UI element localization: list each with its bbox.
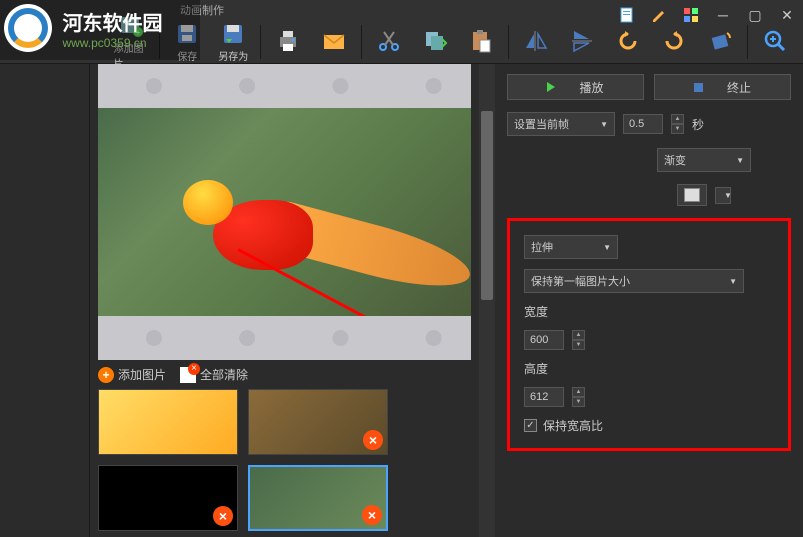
transition-select[interactable]: 渐变 ▼ <box>657 148 751 172</box>
thumbnail[interactable]: × <box>248 389 388 455</box>
rotate-angle-button[interactable] <box>698 26 742 57</box>
thumbs-clear-label: 全部清除 <box>200 366 248 383</box>
logo-icon <box>4 4 52 52</box>
paste-button[interactable] <box>459 26 503 57</box>
play-label: 播放 <box>579 79 603 96</box>
rotate-left-button[interactable] <box>606 26 650 57</box>
watermark-logo: 河东软件园 www.pc0359.cn <box>0 0 200 60</box>
rotate-right-icon <box>661 28 687 54</box>
cut-button[interactable] <box>367 26 411 57</box>
flip-v-button[interactable] <box>560 26 604 57</box>
thumbs-add-button[interactable]: + 添加图片 <box>98 366 166 383</box>
aspect-ratio-checkbox[interactable]: ✓ 保持宽高比 <box>524 417 774 434</box>
rotate-right-button[interactable] <box>652 26 696 57</box>
copy-button[interactable] <box>413 26 457 57</box>
rotate-left-icon <box>615 28 641 54</box>
frame-duration-input[interactable] <box>623 114 663 134</box>
keep-size-label: 保持第一幅图片大小 <box>531 273 630 289</box>
thumb-remove-icon[interactable]: × <box>362 505 382 525</box>
zoom-in-button[interactable] <box>753 26 797 57</box>
width-up-button[interactable]: ▲ <box>572 330 585 340</box>
set-frame-label: 设置当前帧 <box>514 116 569 132</box>
flip-h-button[interactable] <box>514 26 558 57</box>
thumbnail[interactable] <box>98 389 238 455</box>
rotate-angle-icon <box>707 28 733 54</box>
size-mode-label: 拉伸 <box>531 239 553 255</box>
play-button[interactable]: 播放 <box>507 74 644 100</box>
duration-up-button[interactable]: ▲ <box>671 114 684 124</box>
canvas-image <box>98 108 471 316</box>
envelope-icon <box>321 28 347 54</box>
set-current-frame-select[interactable]: 设置当前帧 ▼ <box>507 112 615 136</box>
size-mode-select[interactable]: 拉伸 ▼ <box>524 235 618 259</box>
email-button[interactable] <box>312 26 356 57</box>
transition-label: 渐变 <box>664 152 686 168</box>
tool-palette-icon[interactable] <box>675 4 707 26</box>
color-picker[interactable] <box>677 184 707 206</box>
canvas-pad-top <box>98 64 471 108</box>
save-as-icon <box>220 21 246 47</box>
zoom-in-icon <box>762 28 788 54</box>
aspect-label: 保持宽高比 <box>543 417 603 434</box>
stop-button[interactable]: 终止 <box>654 74 791 100</box>
thumbnail[interactable]: × <box>98 465 238 531</box>
thumb-remove-icon[interactable]: × <box>213 506 233 526</box>
height-label: 高度 <box>524 360 774 377</box>
color-swatch <box>684 188 700 202</box>
height-down-button[interactable]: ▼ <box>572 397 585 407</box>
height-input[interactable] <box>524 387 564 407</box>
tool-note-icon[interactable] <box>611 4 643 26</box>
plus-circle-icon: + <box>98 367 114 383</box>
print-button[interactable] <box>266 26 310 57</box>
flip-horizontal-icon <box>523 28 549 54</box>
stop-label: 终止 <box>727 79 751 96</box>
play-icon <box>547 82 555 92</box>
chevron-down-icon: ▼ <box>600 120 608 129</box>
color-dropdown[interactable]: ▼ <box>715 187 731 204</box>
flip-vertical-icon <box>569 28 595 54</box>
chevron-down-icon: ▼ <box>603 243 611 252</box>
thumbnail-selected[interactable]: × <box>248 465 388 531</box>
close-button[interactable]: ✕ <box>771 4 803 26</box>
thumbs-add-label: 添加图片 <box>118 366 166 383</box>
copy-icon <box>422 28 448 54</box>
width-label: 宽度 <box>524 303 774 320</box>
thumbs-clear-button[interactable]: 全部清除 <box>180 366 248 383</box>
chevron-down-icon: ▼ <box>729 277 737 286</box>
minimize-button[interactable]: ─ <box>707 4 739 26</box>
scissors-icon <box>376 28 402 54</box>
canvas-pad-bottom <box>98 316 471 360</box>
keep-first-size-select[interactable]: 保持第一幅图片大小 ▼ <box>524 269 744 293</box>
chevron-down-icon: ▼ <box>736 156 744 165</box>
maximize-button[interactable]: ▢ <box>739 4 771 26</box>
logo-url: www.pc0359.cn <box>62 36 162 50</box>
save-as-label: 另存为 <box>218 48 248 63</box>
width-input[interactable] <box>524 330 564 350</box>
right-panel: 播放 终止 设置当前帧 ▼ ▲ ▼ 秒 渐变 ▼ <box>495 64 803 537</box>
canvas[interactable] <box>98 64 471 360</box>
stop-icon <box>694 83 703 92</box>
size-panel-highlight: 拉伸 ▼ 保持第一幅图片大小 ▼ 宽度 ▲ ▼ 高度 ▲ ▼ <box>507 218 791 451</box>
tool-pencil-icon[interactable] <box>643 4 675 26</box>
width-down-button[interactable]: ▼ <box>572 340 585 350</box>
checkbox-icon: ✓ <box>524 419 537 432</box>
vertical-scrollbar[interactable] <box>479 64 495 537</box>
printer-icon <box>275 28 301 54</box>
duration-down-button[interactable]: ▼ <box>671 124 684 134</box>
left-sidebar <box>0 64 90 537</box>
clear-all-icon <box>180 367 196 383</box>
chevron-down-icon: ▼ <box>724 191 732 200</box>
save-as-button[interactable]: 另存为 <box>211 19 255 65</box>
paste-icon <box>468 28 494 54</box>
duration-unit: 秒 <box>692 116 704 133</box>
logo-title: 河东软件园 <box>62 7 162 36</box>
height-up-button[interactable]: ▲ <box>572 387 585 397</box>
thumb-remove-icon[interactable]: × <box>363 430 383 450</box>
scroll-thumb[interactable] <box>481 111 493 300</box>
